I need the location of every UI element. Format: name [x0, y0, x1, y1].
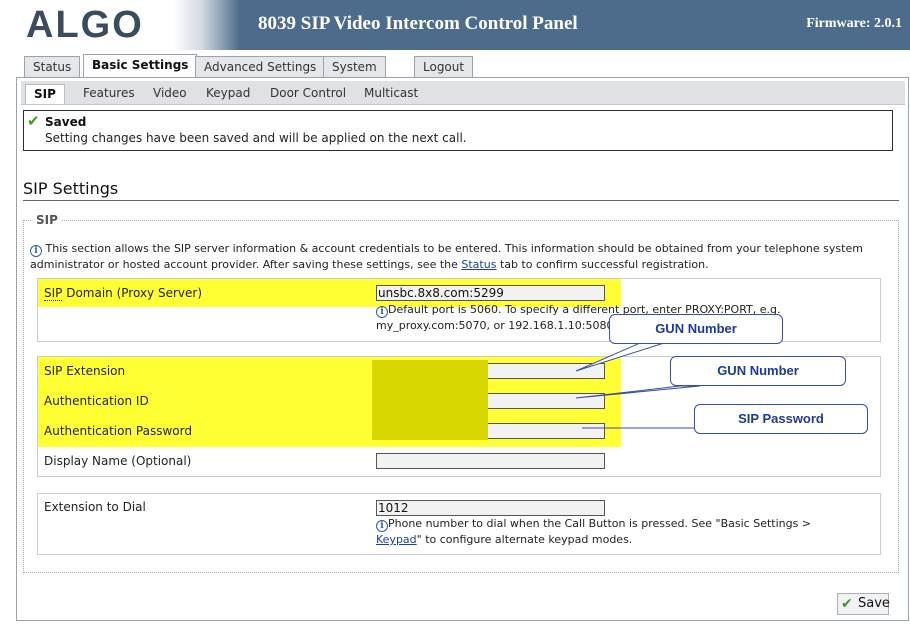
notice-title: Saved	[45, 115, 87, 129]
extension-help-text-post: " to configure alternate keypad modes.	[416, 533, 633, 546]
extension-help-text-pre: Phone number to dial when the Call Butto…	[388, 517, 812, 530]
sip-password-callout: SIP Password	[694, 404, 868, 434]
description-text-pre: This section allows the SIP server infor…	[30, 242, 863, 271]
sip-abbreviation: SIP	[44, 286, 63, 301]
extension-to-dial-label: Extension to Dial	[44, 500, 146, 514]
saved-notice: ✔ Saved Setting changes have been saved …	[23, 110, 893, 151]
save-button-label: Save	[858, 596, 890, 611]
extension-to-dial-input[interactable]: 1012	[376, 500, 605, 516]
section-heading: SIP Settings	[23, 179, 119, 198]
subtab-door-control[interactable]: Door Control	[262, 84, 354, 104]
keypad-link[interactable]: Keypad	[376, 533, 417, 546]
tab-basic-settings[interactable]: Basic Settings	[83, 54, 198, 79]
gun-number-callout-2: GUN Number	[670, 356, 846, 386]
authentication-id-label: Authentication ID	[44, 394, 149, 408]
tab-logout[interactable]: Logout	[414, 56, 474, 78]
display-name-input[interactable]	[376, 453, 605, 469]
logo-area: ALGO	[0, 0, 240, 50]
section-description: i This section allows the SIP server inf…	[30, 241, 890, 272]
algo-logo: ALGO	[26, 4, 144, 46]
tab-advanced-settings[interactable]: Advanced Settings	[195, 56, 326, 78]
fieldset-legend: SIP	[36, 213, 58, 227]
subtab-video[interactable]: Video	[145, 84, 195, 104]
checkmark-icon: ✔	[841, 596, 853, 612]
checkmark-icon: ✔	[27, 112, 40, 130]
info-icon: i	[376, 520, 388, 532]
heading-divider	[23, 200, 899, 201]
settings-panel: SIP Features Video Keypad Door Control M…	[16, 77, 909, 621]
sip-extension-label: SIP Extension	[44, 364, 126, 378]
subtab-keypad[interactable]: Keypad	[198, 84, 258, 104]
description-text-post: tab to confirm successful registration.	[496, 258, 709, 271]
save-button[interactable]: ✔ Save	[837, 593, 890, 615]
sip-domain-label: SIP Domain (Proxy Server)	[44, 286, 202, 301]
header-bar: ALGO 8039 SIP Video Intercom Control Pan…	[0, 0, 910, 50]
authentication-password-label: Authentication Password	[44, 424, 192, 438]
info-icon: i	[30, 245, 42, 257]
firmware-version: Firmware: 2.0.1	[806, 16, 902, 31]
sip-domain-label-rest: Domain (Proxy Server)	[62, 286, 202, 300]
extension-to-dial-help: i Phone number to dial when the Call Butt…	[376, 516, 856, 548]
sip-domain-input[interactable]: unsbc.8x8.com:5299	[376, 285, 605, 301]
page-title: 8039 SIP Video Intercom Control Panel	[258, 13, 578, 34]
notice-text: Setting changes have been saved and will…	[45, 131, 467, 145]
subtab-features[interactable]: Features	[75, 84, 143, 104]
display-name-label: Display Name (Optional)	[44, 454, 192, 468]
tab-system[interactable]: System	[323, 56, 386, 78]
tab-status[interactable]: Status	[24, 56, 81, 78]
subtab-multicast[interactable]: Multicast	[356, 84, 426, 104]
sip-fieldset: SIP i This section allows the SIP server…	[23, 213, 899, 573]
redaction-block	[372, 360, 488, 440]
subtab-sip[interactable]: SIP	[25, 84, 65, 104]
sub-tab-bar: SIP Features Video Keypad Door Control M…	[21, 81, 905, 105]
status-link[interactable]: Status	[461, 258, 496, 271]
gun-number-callout-1: GUN Number	[609, 314, 783, 344]
info-icon: i	[376, 306, 388, 318]
extension-to-dial-group: Extension to Dial 1012 i Phone number to …	[37, 493, 881, 555]
